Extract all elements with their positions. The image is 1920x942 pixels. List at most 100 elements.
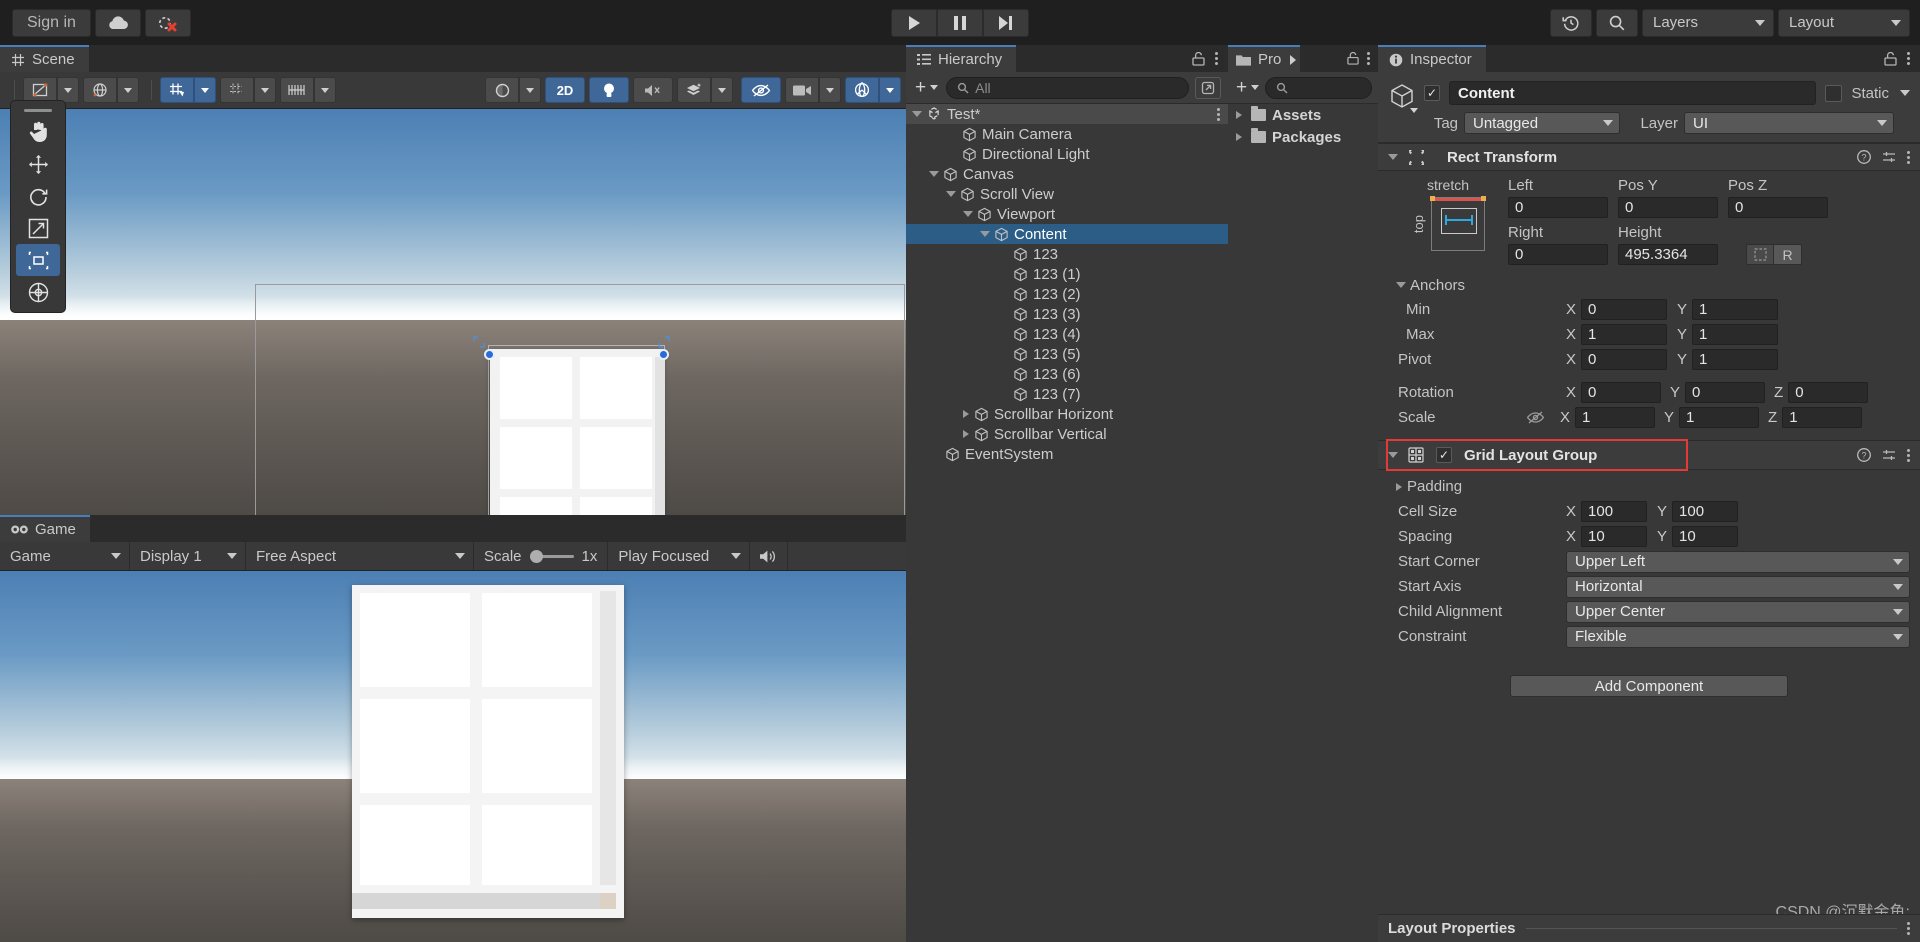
layer-dropdown[interactable]: UI bbox=[1684, 112, 1894, 134]
pivot-x-input[interactable]: 0 bbox=[1581, 349, 1668, 370]
scale-y-input[interactable]: 1 bbox=[1679, 407, 1760, 428]
game-vertical-scrollbar[interactable] bbox=[600, 591, 616, 885]
project-item-assets[interactable]: Assets bbox=[1228, 104, 1378, 126]
play-button[interactable] bbox=[891, 8, 937, 37]
rotation-y-input[interactable]: 0 bbox=[1685, 382, 1766, 403]
hierarchy-item-123-6[interactable]: 123 (6) bbox=[906, 364, 1228, 384]
hierarchy-item-eventsystem[interactable]: EventSystem bbox=[906, 444, 1228, 464]
camera-icon[interactable] bbox=[785, 77, 819, 103]
sign-in-button[interactable]: Sign in bbox=[12, 8, 91, 37]
tab-scene[interactable]: Scene bbox=[0, 45, 89, 72]
add-gameobject-button[interactable]: + bbox=[913, 77, 940, 99]
anchor-max-x-input[interactable]: 1 bbox=[1581, 324, 1668, 345]
scale-slider-track[interactable] bbox=[529, 549, 574, 563]
tab-game[interactable]: Game bbox=[0, 515, 90, 542]
hierarchy-item-scroll-view[interactable]: Scroll View bbox=[906, 184, 1228, 204]
rotation-x-input[interactable]: 0 bbox=[1581, 382, 1662, 403]
audio-mute-icon[interactable] bbox=[633, 77, 673, 103]
chevron-down-icon[interactable] bbox=[1900, 90, 1910, 96]
constraint-dropdown[interactable]: Flexible bbox=[1566, 625, 1910, 648]
hierarchy-item-123-2[interactable]: 123 (2) bbox=[906, 284, 1228, 304]
rect-handle-top-left[interactable] bbox=[472, 335, 485, 348]
ruler-dropdown[interactable] bbox=[314, 77, 336, 103]
static-checkbox[interactable] bbox=[1825, 84, 1843, 102]
kebab-icon[interactable] bbox=[1907, 922, 1910, 935]
chevron-right-icon[interactable] bbox=[1290, 54, 1297, 65]
play-mode-dropdown[interactable]: Play Focused bbox=[608, 542, 751, 570]
anchor-max-y-input[interactable]: 1 bbox=[1692, 324, 1779, 345]
grid-layout-group-enabled-checkbox[interactable]: ✓ bbox=[1436, 447, 1452, 463]
scale-slider-knob[interactable] bbox=[529, 549, 543, 563]
kebab-icon[interactable] bbox=[1907, 448, 1910, 462]
cell-size-x-input[interactable]: 100 bbox=[1581, 501, 1648, 522]
hierarchy-item-test[interactable]: Test* bbox=[906, 104, 1228, 124]
rotation-z-input[interactable]: 0 bbox=[1788, 382, 1869, 403]
chevron-right-icon[interactable] bbox=[1236, 133, 1242, 141]
tab-inspector[interactable]: Inspector bbox=[1378, 45, 1486, 72]
scale-tool[interactable] bbox=[11, 212, 65, 244]
search-icon[interactable] bbox=[1596, 8, 1638, 37]
chevron-down-icon[interactable] bbox=[980, 231, 990, 237]
move-tool[interactable] bbox=[11, 148, 65, 180]
kebab-icon[interactable] bbox=[1907, 150, 1910, 164]
project-tree[interactable]: Assets Packages bbox=[1228, 104, 1378, 942]
rect-posz-input[interactable]: 0 bbox=[1728, 197, 1828, 218]
rect-right-input[interactable]: 0 bbox=[1508, 244, 1608, 265]
grid-visibility-icon[interactable] bbox=[220, 77, 254, 103]
hierarchy-item-main-camera[interactable]: Main Camera bbox=[906, 124, 1228, 144]
effects-dropdown[interactable] bbox=[711, 77, 733, 103]
rect-anchor-dot-left[interactable] bbox=[484, 349, 495, 360]
chevron-down-icon[interactable] bbox=[1388, 154, 1398, 160]
step-button[interactable] bbox=[983, 8, 1029, 37]
chevron-down-icon[interactable] bbox=[1396, 282, 1406, 288]
chevron-down-icon[interactable] bbox=[929, 171, 939, 177]
gizmos-toggle-icon[interactable] bbox=[845, 77, 879, 103]
rect-tool[interactable] bbox=[16, 244, 60, 276]
start-axis-dropdown[interactable]: Horizontal bbox=[1566, 575, 1910, 598]
pause-button[interactable] bbox=[937, 8, 983, 37]
chevron-right-icon[interactable] bbox=[963, 430, 969, 438]
toggle-2d-button[interactable]: 2D bbox=[545, 77, 585, 103]
hierarchy-item-canvas[interactable]: Canvas bbox=[906, 164, 1228, 184]
anchor-min-x-input[interactable]: 0 bbox=[1581, 299, 1668, 320]
scale-slider[interactable]: Scale 1x bbox=[474, 542, 609, 570]
ruler-icon[interactable] bbox=[280, 77, 314, 103]
global-handle-icon[interactable] bbox=[83, 77, 117, 103]
anchor-preset-graphic[interactable] bbox=[1430, 196, 1486, 251]
hierarchy-item-viewport[interactable]: Viewport bbox=[906, 204, 1228, 224]
scene-visibility-icon[interactable] bbox=[741, 77, 781, 103]
rect-handle-top-right[interactable] bbox=[657, 335, 670, 348]
global-handle-dropdown[interactable] bbox=[117, 77, 139, 103]
blueprint-icon[interactable] bbox=[1746, 244, 1774, 265]
rect-left-input[interactable]: 0 bbox=[1508, 197, 1608, 218]
grid-layout-group-header[interactable]: ✓ Grid Layout Group ? bbox=[1378, 440, 1920, 470]
kebab-icon[interactable] bbox=[1215, 52, 1218, 65]
tab-project[interactable]: Pro bbox=[1228, 45, 1301, 72]
hierarchy-item-scrollbar-vertical[interactable]: Scrollbar Vertical bbox=[906, 424, 1228, 444]
grid-snap-dropdown[interactable] bbox=[194, 77, 216, 103]
rect-height-input[interactable]: 495.3364 bbox=[1618, 244, 1718, 265]
shading-mode-dropdown[interactable] bbox=[519, 77, 541, 103]
chevron-down-icon[interactable] bbox=[912, 111, 922, 117]
game-horizontal-scrollbar[interactable] bbox=[352, 893, 616, 909]
layout-properties-footer[interactable]: Layout Properties bbox=[1378, 914, 1920, 942]
anchor-preset-widget[interactable]: stretch top bbox=[1388, 177, 1508, 265]
preset-icon[interactable] bbox=[1882, 150, 1896, 164]
hierarchy-item-123-3[interactable]: 123 (3) bbox=[906, 304, 1228, 324]
spacing-y-input[interactable]: 10 bbox=[1672, 526, 1739, 547]
scale-x-input[interactable]: 1 bbox=[1575, 407, 1656, 428]
tag-dropdown[interactable]: Untagged bbox=[1464, 112, 1620, 134]
scale-z-input[interactable]: 1 bbox=[1782, 407, 1863, 428]
hierarchy-search-input[interactable]: All bbox=[946, 76, 1189, 99]
hierarchy-item-123-7[interactable]: 123 (7) bbox=[906, 384, 1228, 404]
collab-error-icon[interactable] bbox=[144, 8, 191, 37]
cloud-icon[interactable] bbox=[94, 8, 141, 37]
open-in-new-icon[interactable] bbox=[1195, 76, 1221, 99]
hierarchy-item-scrollbar-horizont[interactable]: Scrollbar Horizont bbox=[906, 404, 1228, 424]
gameobject-name-input[interactable]: Content bbox=[1449, 81, 1817, 105]
hierarchy-item-123-5[interactable]: 123 (5) bbox=[906, 344, 1228, 364]
spacing-x-input[interactable]: 10 bbox=[1581, 526, 1648, 547]
hierarchy-item-123-4[interactable]: 123 (4) bbox=[906, 324, 1228, 344]
tab-hierarchy[interactable]: Hierarchy bbox=[906, 45, 1017, 72]
rect-transform-header[interactable]: Rect Transform ? bbox=[1378, 143, 1920, 171]
